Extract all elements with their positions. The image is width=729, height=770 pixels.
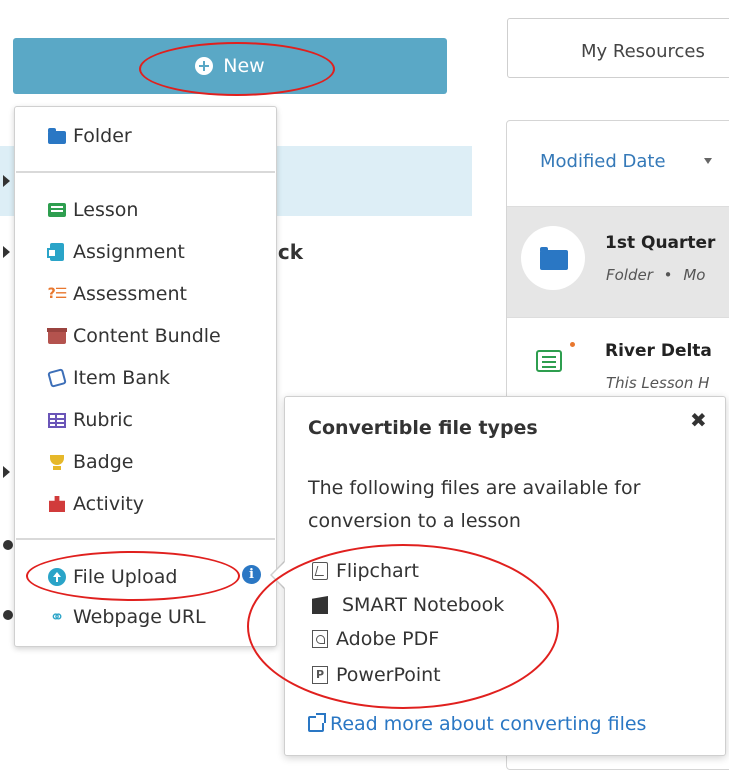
- popover-title: Convertible file types: [308, 417, 538, 439]
- menu-item-label: Assignment: [73, 241, 185, 263]
- annotation-ellipse-new: [139, 42, 335, 96]
- read-more-label: Read more about converting files: [330, 713, 647, 735]
- lesson-icon: [47, 200, 67, 220]
- unread-dot: [570, 342, 575, 347]
- menu-item-content-bundle[interactable]: Content Bundle: [47, 325, 221, 347]
- expand-arrow-icon[interactable]: [3, 175, 10, 187]
- resource-meta: Folder • Mo: [606, 266, 706, 284]
- menu-item-label: Assessment: [73, 283, 187, 305]
- sort-dropdown[interactable]: Modified Date: [540, 151, 666, 172]
- expand-arrow-icon[interactable]: [3, 466, 10, 478]
- menu-divider: [16, 538, 275, 540]
- folder-icon: [47, 126, 67, 146]
- resource-meta: This Lesson H: [606, 374, 710, 392]
- tree-bullet-icon: [3, 540, 13, 550]
- menu-item-folder[interactable]: Folder: [47, 125, 132, 147]
- sort-label: Modified Date: [540, 151, 666, 172]
- close-icon[interactable]: ✖: [690, 410, 707, 430]
- assignment-icon: [47, 242, 67, 262]
- menu-item-label: Folder: [73, 125, 132, 147]
- menu-item-rubric[interactable]: Rubric: [47, 409, 133, 431]
- caret-down-icon[interactable]: [704, 158, 712, 164]
- lesson-icon: [536, 350, 562, 372]
- annotation-ellipse-file-types: [247, 544, 559, 709]
- menu-item-label: Activity: [73, 493, 145, 515]
- menu-item-label: Badge: [73, 451, 134, 473]
- menu-item-activity[interactable]: Activity: [47, 493, 144, 515]
- external-link-icon: [308, 713, 326, 732]
- resource-title[interactable]: 1st Quarter: [605, 233, 715, 253]
- resource-title[interactable]: River Delta: [605, 341, 712, 361]
- read-more-link[interactable]: Read more about converting files: [308, 713, 646, 735]
- link-icon: ⚭: [49, 606, 65, 628]
- expand-arrow-icon[interactable]: [3, 246, 10, 258]
- folder-icon: [540, 247, 568, 270]
- menu-item-label: Webpage URL: [73, 606, 206, 628]
- menu-item-badge[interactable]: Badge: [47, 451, 134, 473]
- menu-item-label: Rubric: [73, 409, 133, 431]
- menu-item-label: Content Bundle: [73, 325, 221, 347]
- content-bundle-icon: [47, 326, 67, 346]
- menu-divider: [16, 171, 275, 173]
- menu-item-assignment[interactable]: Assignment: [47, 241, 185, 263]
- menu-item-label: Item Bank: [73, 367, 171, 389]
- my-resources-label: My Resources: [581, 41, 705, 62]
- assessment-icon: ?☰: [47, 286, 68, 302]
- popover-description: The following files are available for co…: [308, 477, 641, 532]
- tree-bullet-icon: [3, 610, 13, 620]
- badge-icon: [47, 452, 67, 472]
- menu-item-lesson[interactable]: Lesson: [47, 199, 138, 221]
- my-resources-tab[interactable]: My Resources: [507, 18, 729, 78]
- divider: [507, 317, 729, 318]
- menu-item-webpage-url[interactable]: ⚭ Webpage URL: [47, 606, 206, 628]
- annotation-ellipse-file-upload: [26, 551, 240, 601]
- menu-item-assessment[interactable]: ?☰ Assessment: [47, 283, 187, 305]
- info-icon[interactable]: i: [242, 565, 261, 584]
- item-bank-icon: [47, 368, 67, 388]
- menu-item-item-bank[interactable]: Item Bank: [47, 367, 170, 389]
- menu-item-label: Lesson: [73, 199, 139, 221]
- rubric-icon: [47, 410, 67, 430]
- activity-icon: [47, 494, 67, 514]
